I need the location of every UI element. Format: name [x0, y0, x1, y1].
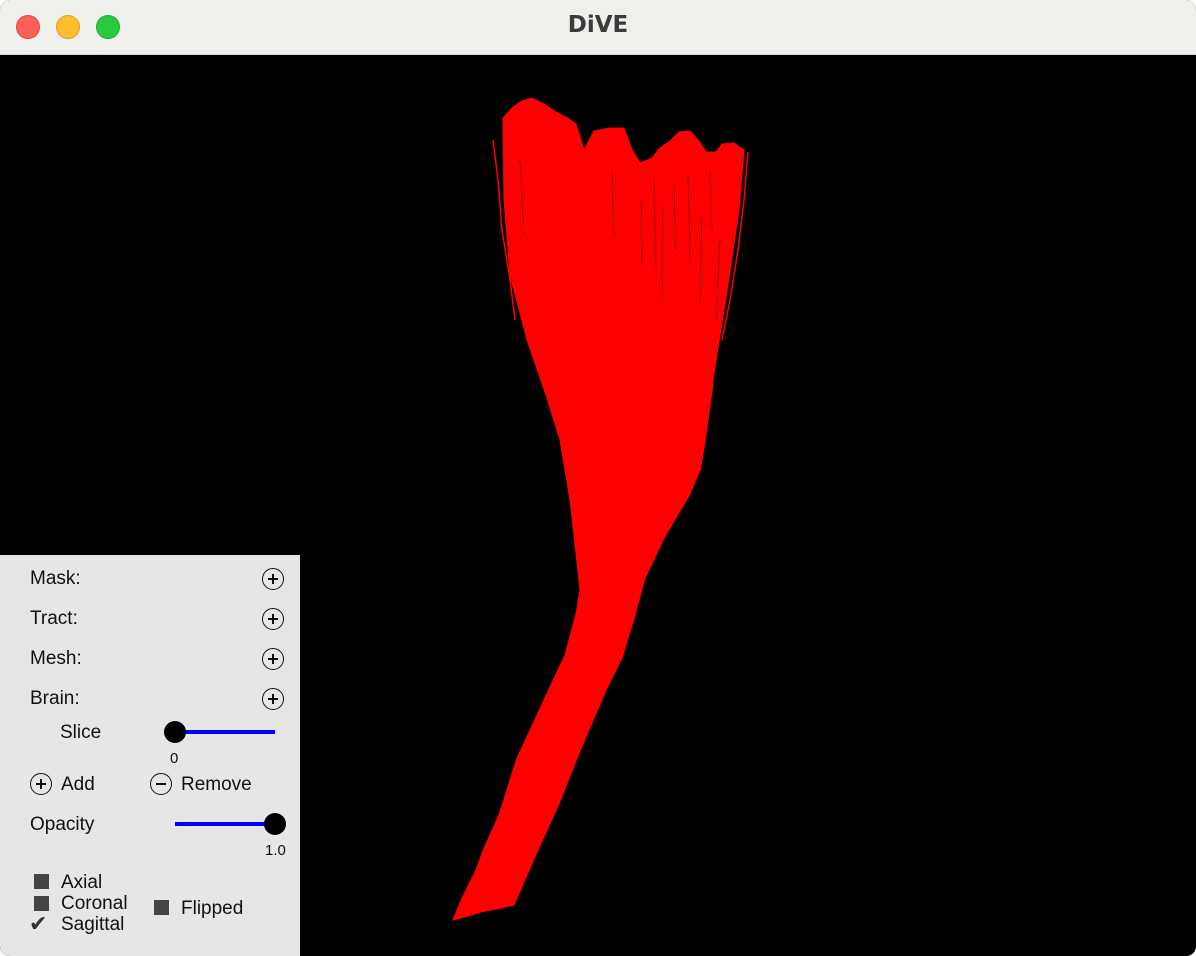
- tract-bundle: [452, 97, 749, 921]
- brain-label: Brain:: [30, 688, 80, 709]
- app-window: DiVE Mask: Tract: Mesh: Brain: Slice 0 A…: [0, 0, 1196, 956]
- window-title: DiVE: [567, 12, 629, 38]
- opacity-slider-handle[interactable]: [264, 813, 286, 835]
- axial-checkbox[interactable]: [34, 874, 49, 889]
- axial-label: Axial: [61, 872, 103, 893]
- add-label[interactable]: Add: [61, 774, 95, 796]
- add-brain-slice-button[interactable]: [30, 773, 52, 795]
- slice-slider-track[interactable]: [175, 730, 275, 734]
- flipped-label: Flipped: [181, 898, 244, 919]
- add-tract-button[interactable]: [262, 608, 284, 630]
- title-bar: DiVE: [0, 0, 1196, 55]
- add-brain-button[interactable]: [262, 688, 284, 710]
- flipped-checkbox[interactable]: [154, 900, 169, 915]
- sagittal-label: Sagittal: [61, 914, 125, 935]
- coronal-checkbox[interactable]: [34, 896, 49, 911]
- coronal-label: Coronal: [61, 893, 128, 914]
- checkmark-icon: ✔: [29, 911, 48, 936]
- remove-label[interactable]: Remove: [181, 774, 252, 796]
- opacity-label: Opacity: [30, 814, 95, 835]
- mask-label: Mask:: [30, 568, 81, 589]
- remove-brain-slice-button[interactable]: [150, 773, 172, 795]
- opacity-slider-track[interactable]: [175, 822, 275, 826]
- add-mask-button[interactable]: [262, 568, 284, 590]
- opacity-value: 1.0: [265, 842, 286, 859]
- add-mesh-button[interactable]: [262, 648, 284, 670]
- mesh-label: Mesh:: [30, 648, 82, 669]
- slice-label: Slice: [60, 722, 102, 743]
- control-panel: Mask: Tract: Mesh: Brain: Slice 0 Add Re: [0, 555, 300, 956]
- slice-slider-handle[interactable]: [164, 721, 186, 743]
- slice-value: 0: [170, 750, 179, 767]
- tract-label: Tract:: [30, 608, 78, 629]
- sagittal-checkbox[interactable]: ✔: [29, 913, 47, 935]
